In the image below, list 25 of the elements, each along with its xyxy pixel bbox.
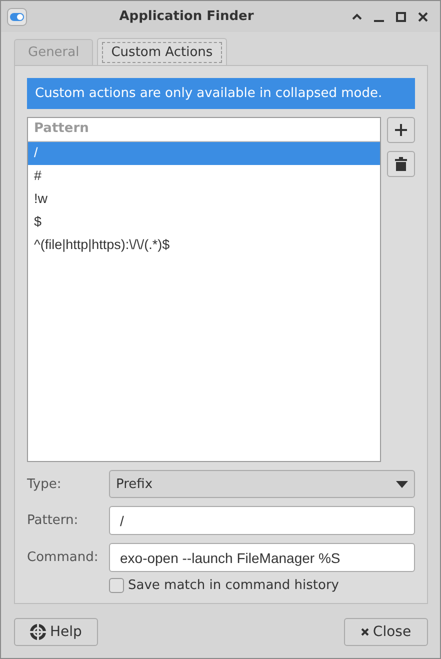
app-icon (7, 8, 27, 26)
chevron-up-icon (352, 13, 362, 20)
lifebuoy-icon (30, 624, 46, 640)
close-icon (418, 12, 428, 22)
checkbox-label: Save match in command history (128, 578, 340, 593)
checkbox[interactable] (109, 578, 124, 593)
pattern-field[interactable]: / (109, 506, 415, 535)
plus-icon (395, 124, 407, 136)
close-button[interactable]: Close (344, 618, 428, 646)
help-button[interactable]: Help (14, 618, 98, 646)
dropdown-arrow-icon (396, 480, 408, 488)
type-dropdown[interactable]: Prefix (109, 470, 415, 498)
maximize-icon (396, 12, 406, 22)
minimize-icon (374, 20, 384, 22)
delete-button[interactable] (387, 151, 415, 177)
command-field[interactable]: exo-open --launch FileManager %S (109, 543, 415, 572)
command-label: Command: (27, 550, 100, 565)
trash-icon (395, 157, 407, 171)
tab[interactable]: Custom Actions (97, 38, 227, 65)
close-icon (360, 628, 369, 636)
info-banner: Custom actions are only available in collapsed mode. (27, 78, 415, 109)
window-title: Application Finder (118, 9, 255, 24)
add-button[interactable] (387, 117, 415, 143)
type-label: Type: (27, 476, 62, 492)
pattern-label: Pattern: (27, 513, 80, 528)
